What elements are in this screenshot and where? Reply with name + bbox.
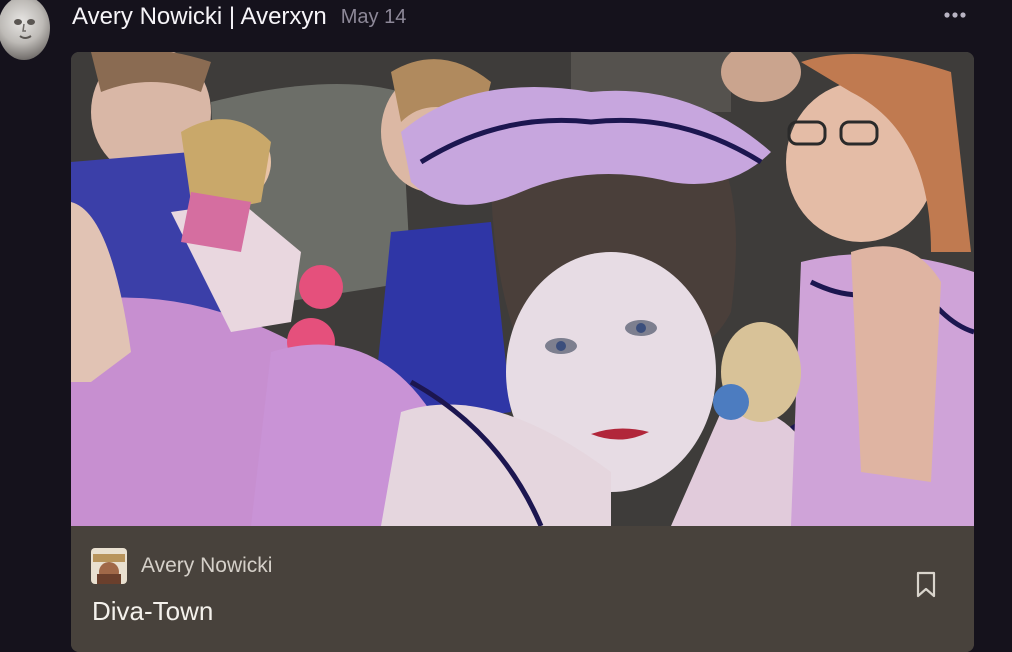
more-options-button[interactable]	[942, 6, 968, 24]
embed-author-name[interactable]: Avery Nowicki	[141, 554, 272, 578]
embed-title[interactable]: Diva-Town	[92, 596, 213, 627]
link-embed-card[interactable]: Avery Nowicki Diva-Town	[71, 52, 974, 652]
avatar-moon-face-icon	[14, 19, 35, 39]
photo-illustration	[71, 52, 974, 527]
embed-author-avatar[interactable]	[91, 548, 127, 584]
more-horizontal-icon	[944, 12, 966, 18]
user-avatar[interactable]	[0, 0, 50, 60]
post-author-name[interactable]: Avery Nowicki | Averxyn	[72, 3, 327, 31]
author-thumbnail-icon	[91, 548, 127, 584]
bookmark-icon	[916, 571, 936, 598]
post-date[interactable]: May 14	[341, 6, 407, 29]
bookmark-button[interactable]	[914, 570, 938, 600]
embed-footer: Avery Nowicki Diva-Town	[71, 526, 974, 652]
post-header: Avery Nowicki | Averxyn May 14	[72, 0, 972, 34]
embed-photo[interactable]	[71, 52, 974, 527]
